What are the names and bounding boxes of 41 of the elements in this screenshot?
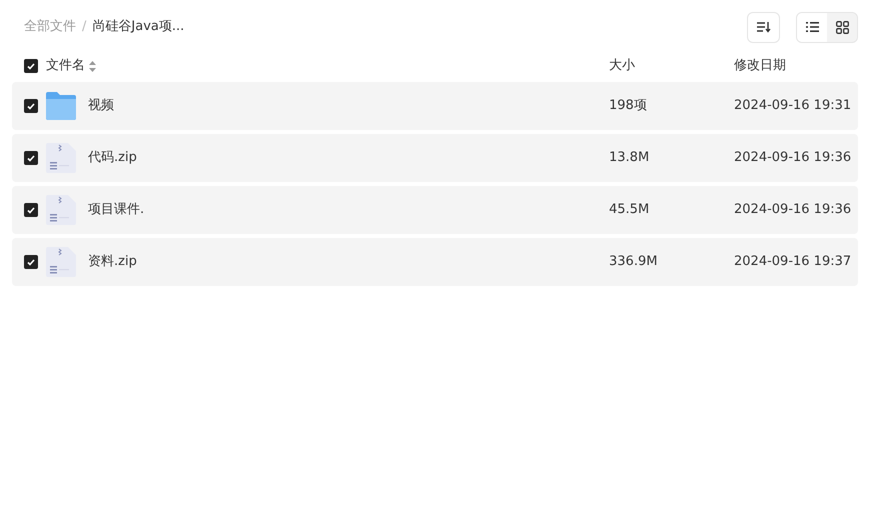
grid-icon [836,20,848,34]
list-view-button[interactable] [797,12,827,42]
file-row[interactable]: 视频 198项 2024-09-16 19:31 [12,82,858,130]
current-folder: 尚硅谷Java项... [92,18,184,36]
column-header: 大小 [609,58,635,74]
checkbox[interactable] [24,151,38,165]
sort-icon [756,21,770,33]
checkbox[interactable] [24,255,38,269]
list-icon [806,22,818,32]
file-name: 代码.zip [88,149,137,168]
sort-icon [89,60,96,72]
file-row[interactable]: 资料.zip 336.9M 2024-09-16 19:37 [12,238,858,286]
file-size: 13.8M [609,150,650,166]
file-size: 198项 [609,98,647,114]
file-size: 45.5M [609,202,650,218]
column-header: 修改日期 [734,58,786,74]
file-row[interactable]: 代码.zip 13.8M 2024-09-16 19:36 [12,134,858,182]
modified-date: 2024-09-16 19:36 [734,150,852,166]
zip-file-icon [46,247,76,277]
checkbox[interactable] [24,203,38,217]
zip-file-icon [46,143,76,173]
checkmark-icon [27,62,35,70]
file-size: 336.9M [609,254,658,270]
modified-date: 2024-09-16 19:36 [734,202,852,218]
checkmark-icon [27,258,35,266]
file-row[interactable]: 项目课件. 45.5M 2024-09-16 19:36 [12,186,858,234]
checkmark-icon [27,102,35,110]
checkbox[interactable] [24,99,38,113]
file-name: 项目课件. [88,201,144,220]
checkmark-icon [27,206,35,214]
modified-date: 2024-09-16 19:31 [734,98,852,114]
checkmark-icon [27,154,35,162]
sort-button[interactable] [747,12,780,42]
column-header: 文件名 [46,57,85,76]
breadcrumb-separator: / [82,18,86,36]
file-name: 资料.zip [88,253,137,272]
checkbox[interactable] [24,59,38,73]
modified-date: 2024-09-16 19:37 [734,254,852,270]
zip-file-icon [46,195,76,225]
file-name: 视频 [88,97,114,116]
folder-icon [46,92,76,120]
